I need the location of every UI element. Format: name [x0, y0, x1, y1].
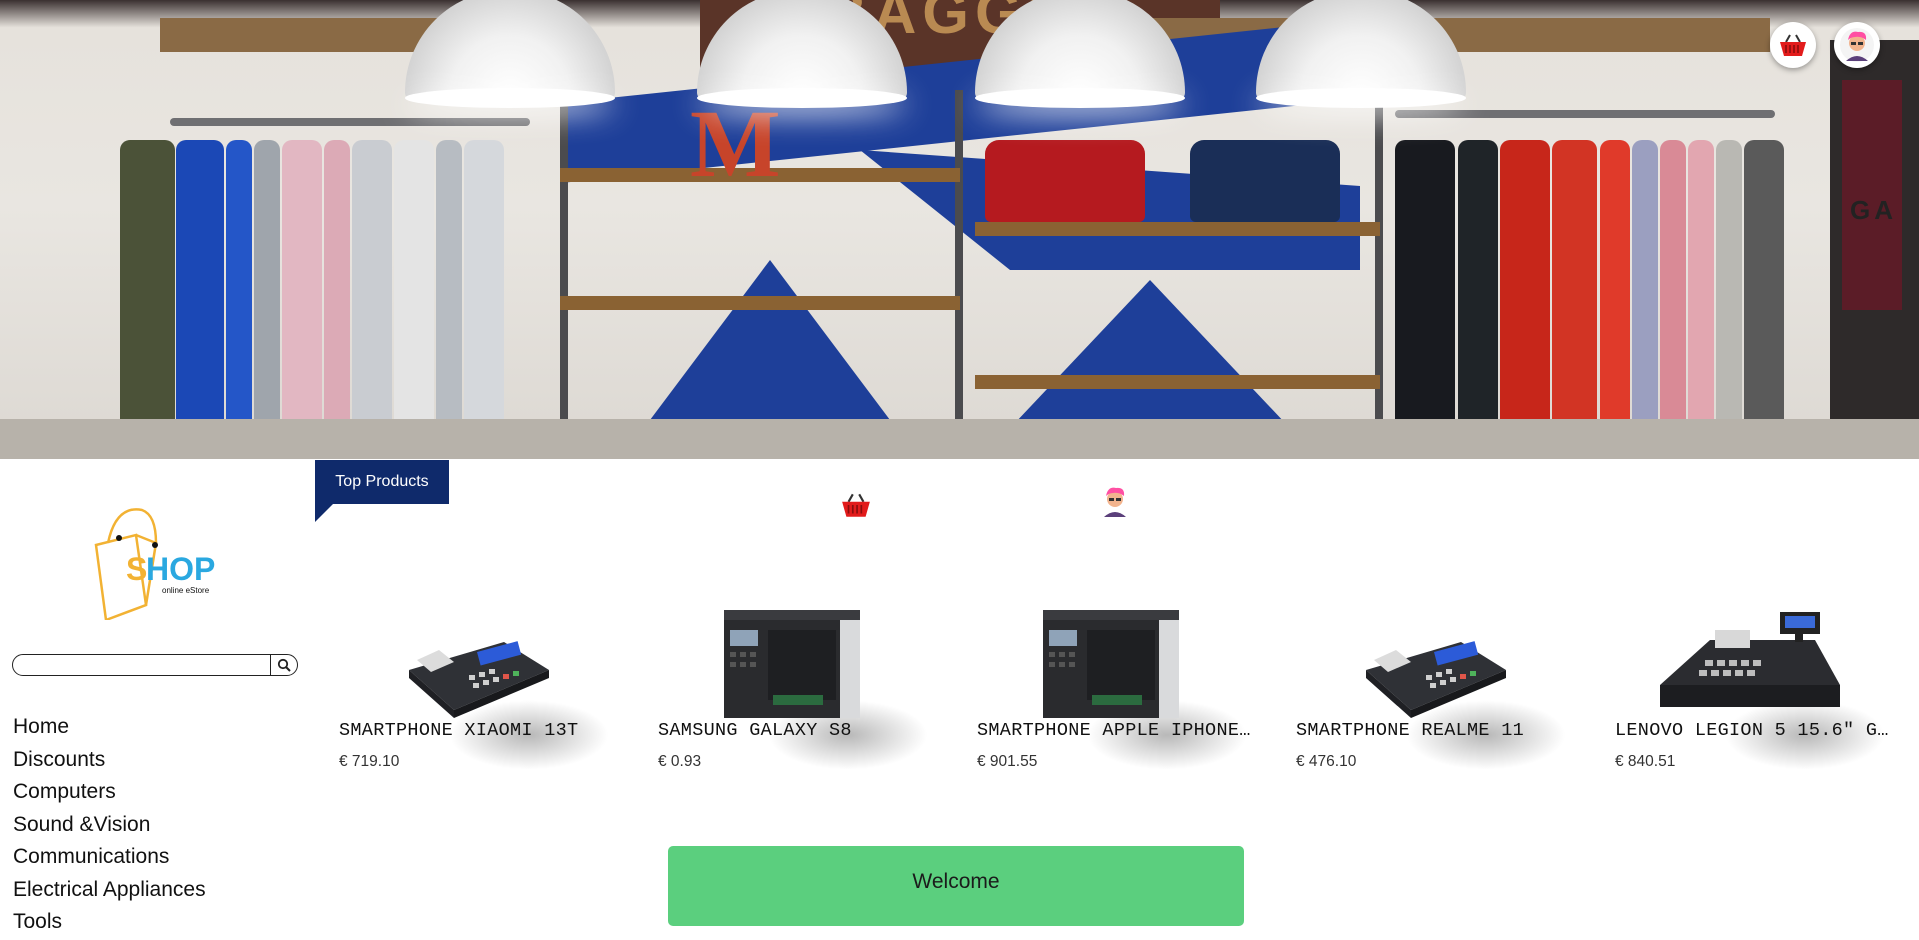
nav-item-discounts[interactable]: Discounts — [13, 745, 206, 778]
product-price: € 901.55 — [977, 753, 1038, 770]
nav-item-electrical-appliances[interactable]: Electrical Appliances — [13, 875, 206, 908]
product-card[interactable]: SMARTPHONE REALME 11 € 476.10 — [1296, 600, 1591, 780]
svg-text:online eStore: online eStore — [162, 586, 210, 595]
product-price: € 840.51 — [1615, 753, 1676, 770]
shop-logo[interactable]: S HOP online eStore — [76, 505, 241, 620]
basket-icon[interactable] — [840, 490, 872, 520]
cash-register-image — [1366, 641, 1506, 718]
nav-item-home[interactable]: Home — [13, 712, 206, 745]
search-icon — [277, 658, 291, 672]
product-price: € 0.93 — [658, 753, 702, 770]
nav-item-tools[interactable]: Tools — [13, 907, 206, 940]
hero-banner: BAGGIE M GA — [0, 0, 1919, 459]
user-avatar-icon[interactable] — [1097, 482, 1133, 520]
nav-item-communications[interactable]: Communications — [13, 842, 206, 875]
product-name[interactable]: LENOVO LEGION 5 15.6" GAMING — [1615, 720, 1890, 741]
search-input[interactable] — [21, 655, 270, 675]
top-products-tab[interactable]: Top Products — [315, 460, 449, 504]
svg-text:S: S — [126, 551, 147, 587]
product-name[interactable]: SAMSUNG GALAXY S8 — [658, 720, 933, 741]
category-nav: Home Discounts Computers Sound &Vision C… — [13, 712, 206, 940]
cart-button[interactable] — [1770, 22, 1816, 68]
nav-item-computers[interactable]: Computers — [13, 777, 206, 810]
hero-side-text: GA — [1850, 195, 1897, 225]
search-button[interactable] — [270, 654, 297, 676]
product-name[interactable]: SMARTPHONE APPLE IPHONE 15 — [977, 720, 1252, 741]
welcome-banner: Welcome — [668, 846, 1244, 926]
product-card[interactable]: LENOVO LEGION 5 15.6" GAMING € 840.51 — [1615, 600, 1910, 780]
product-card[interactable]: SAMSUNG GALAXY S8 € 0.93 — [658, 600, 953, 780]
product-price: € 476.10 — [1296, 753, 1357, 770]
product-card[interactable]: SMARTPHONE XIAOMI 13T € 719.10 — [339, 600, 634, 780]
cash-register-image — [409, 641, 549, 718]
svg-text:HOP: HOP — [146, 551, 215, 587]
label-printer-image — [724, 610, 860, 718]
product-name[interactable]: SMARTPHONE REALME 11 — [1296, 720, 1571, 741]
account-button[interactable] — [1834, 22, 1880, 68]
label-printer-image — [1043, 610, 1179, 718]
nav-item-sound-vision[interactable]: Sound &Vision — [13, 810, 206, 843]
pos-register-image — [1660, 612, 1840, 707]
product-name[interactable]: SMARTPHONE XIAOMI 13T — [339, 720, 614, 741]
product-card[interactable]: SMARTPHONE APPLE IPHONE 15 € 901.55 — [977, 600, 1272, 780]
tab-tail — [315, 504, 333, 522]
user-avatar-icon — [1840, 28, 1874, 62]
search-bar — [12, 654, 298, 676]
product-price: € 719.10 — [339, 753, 400, 770]
basket-icon — [1780, 34, 1806, 56]
